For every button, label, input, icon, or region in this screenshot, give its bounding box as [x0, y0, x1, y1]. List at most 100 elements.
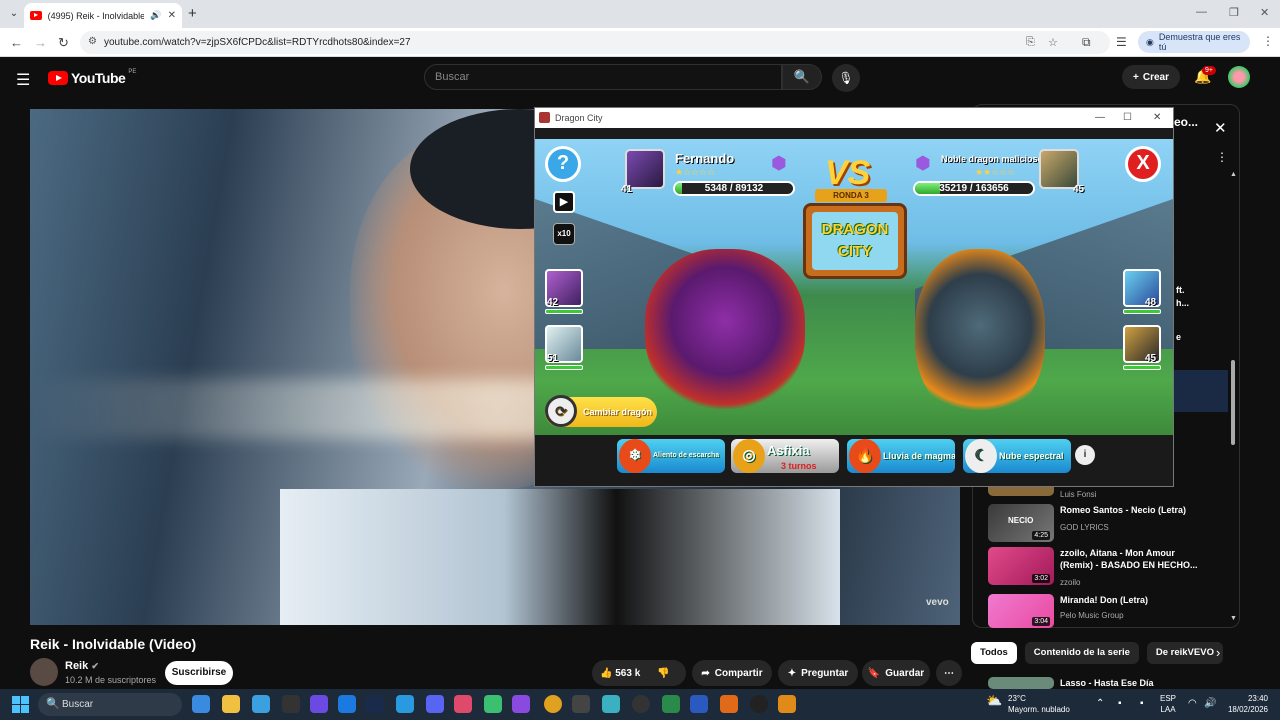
- enemy-dragon[interactable]: [915, 249, 1045, 419]
- taskbar-search[interactable]: 🔍 Buscar: [38, 693, 182, 716]
- scroll-down-icon[interactable]: ▼: [1230, 615, 1237, 622]
- more-actions-icon[interactable]: ⋯: [936, 660, 962, 686]
- skill-button-4[interactable]: ☾ Nube espectral: [963, 439, 1071, 473]
- speaker-icon[interactable]: 🔊: [150, 10, 161, 21]
- switch-dragon-button[interactable]: ⟳ Cambiar dragón: [545, 395, 657, 427]
- ask-button[interactable]: ✦ Preguntar: [778, 660, 858, 686]
- maximize-icon[interactable]: ☐: [1123, 112, 1132, 123]
- youtube-logo[interactable]: YouTube PE: [48, 69, 136, 86]
- list-item[interactable]: 3:02 zzoilo, Aitana - Mon Amour (Remix) …: [988, 547, 1228, 587]
- battle-scene[interactable]: ? X ▶ x10 41 Fernando ★☆☆☆☆ 5348 / 89132…: [535, 139, 1173, 485]
- auto-play-button[interactable]: ▶: [553, 191, 575, 213]
- extensions-icon[interactable]: ⧉: [1082, 35, 1091, 50]
- subscribe-button[interactable]: Suscribirse: [165, 661, 233, 685]
- app-icon[interactable]: [632, 695, 650, 713]
- help-button[interactable]: ?: [545, 146, 581, 182]
- scroll-up-icon[interactable]: ▲: [1230, 171, 1237, 178]
- tab-search-chevron-icon[interactable]: ⌄: [6, 6, 22, 22]
- list-item[interactable]: NECIO 4:25 Romeo Santos - Necio (Letra) …: [988, 504, 1228, 544]
- share-button[interactable]: ➦ Compartir: [692, 660, 772, 686]
- url-field[interactable]: ⚙ youtube.com/watch?v=zjpSX6fCPDc&list=R…: [80, 31, 1110, 54]
- browser-menu-icon[interactable]: ⋮: [1262, 34, 1274, 48]
- weather-widget[interactable]: ⛅ 23°C Mayorm. nublado: [986, 693, 1070, 715]
- player-dragon[interactable]: [645, 249, 805, 409]
- install-app-icon[interactable]: ⎘: [1026, 36, 1035, 49]
- discord-icon[interactable]: [426, 695, 444, 713]
- store-icon[interactable]: [252, 695, 270, 713]
- site-info-icon[interactable]: ⚙: [88, 36, 97, 47]
- copilot-icon[interactable]: [192, 695, 210, 713]
- thumbs-down-icon[interactable]: 👎: [657, 668, 669, 679]
- close-playlist-icon[interactable]: ✕: [1214, 119, 1227, 137]
- save-button[interactable]: 🔖 Guardar: [862, 660, 930, 686]
- app-icon[interactable]: [512, 695, 530, 713]
- bookmark-star-icon[interactable]: ☆: [1048, 36, 1058, 49]
- windows-start-icon[interactable]: [12, 696, 29, 713]
- word-icon[interactable]: [690, 695, 708, 713]
- search-button[interactable]: 🔍: [782, 64, 822, 90]
- skill-button-1[interactable]: ❄ Aliento de escarcha: [617, 439, 725, 473]
- close-window-icon[interactable]: ✕: [1260, 6, 1269, 19]
- reload-icon[interactable]: ↻: [58, 35, 69, 51]
- forward-icon[interactable]: →: [34, 35, 47, 50]
- chip-todos[interactable]: Todos: [971, 642, 1017, 664]
- volume-icon[interactable]: 🔊: [1204, 698, 1216, 709]
- steam-icon[interactable]: [366, 695, 384, 713]
- close-battle-button[interactable]: X: [1125, 146, 1161, 182]
- dragon-city-window: Dragon City — ☐ ✕ ? X ▶ x10 41 Fernando …: [534, 107, 1174, 487]
- game-titlebar[interactable]: Dragon City — ☐ ✕: [535, 108, 1173, 128]
- language-indicator[interactable]: ESP LAA: [1160, 693, 1176, 715]
- chrome-icon[interactable]: [544, 695, 562, 713]
- tray-app-icon[interactable]: ▪: [1140, 698, 1144, 709]
- epic-games-icon[interactable]: [282, 695, 300, 713]
- playlist-menu-icon[interactable]: ⋮: [1216, 150, 1228, 164]
- scrollbar-thumb[interactable]: [1231, 360, 1235, 445]
- hamburger-menu-icon[interactable]: ☰: [16, 70, 30, 90]
- app-icon[interactable]: [750, 695, 768, 713]
- playlist-scrollbar[interactable]: ▲ ▼: [1230, 171, 1237, 622]
- minimize-icon[interactable]: —: [1095, 112, 1105, 123]
- search-input[interactable]: Buscar: [424, 64, 782, 90]
- clock[interactable]: 23:40 18/02/2026: [1226, 693, 1268, 715]
- tray-app-icon[interactable]: ▪: [1118, 698, 1122, 709]
- app-icon[interactable]: [602, 695, 620, 713]
- create-button[interactable]: + Crear: [1122, 65, 1180, 89]
- app-icon[interactable]: [572, 695, 590, 713]
- browser-tab[interactable]: (4995) Reik - Inolvidable (Vi 🔊 ✕: [24, 3, 182, 28]
- media-controls-icon[interactable]: ☰: [1116, 35, 1127, 49]
- chevron-right-icon[interactable]: ›: [1216, 645, 1220, 660]
- speed-button[interactable]: x10: [553, 223, 575, 245]
- app-icon[interactable]: [454, 695, 472, 713]
- edge-icon[interactable]: [396, 695, 414, 713]
- new-tab-button[interactable]: +: [188, 5, 197, 22]
- channel-name[interactable]: Reik ✔: [65, 660, 99, 672]
- outlook-icon[interactable]: [338, 695, 356, 713]
- chip-series[interactable]: Contenido de la serie: [1024, 642, 1139, 664]
- maximize-icon[interactable]: ❐: [1229, 6, 1239, 19]
- account-avatar[interactable]: [1228, 66, 1250, 88]
- vlc-icon[interactable]: [778, 695, 796, 713]
- wifi-icon[interactable]: ◠: [1188, 698, 1197, 709]
- skill-info-button[interactable]: i: [1075, 445, 1095, 465]
- minimize-icon[interactable]: —: [1196, 6, 1207, 18]
- current-item-highlight: [1174, 370, 1228, 412]
- skill-button-2[interactable]: ◎ Asfixia 3 turnos: [731, 439, 839, 473]
- file-explorer-icon[interactable]: [222, 695, 240, 713]
- app-icon[interactable]: [720, 695, 738, 713]
- chip-reikvevo[interactable]: De reikVEVO: [1146, 642, 1223, 664]
- list-item[interactable]: 3:04 Miranda! Don (Letra) Pelo Music Gro…: [988, 594, 1228, 628]
- voice-search-button[interactable]: 🎙: [832, 64, 860, 92]
- app-icon[interactable]: [662, 695, 680, 713]
- teams-icon[interactable]: [310, 695, 328, 713]
- skill-button-3[interactable]: 🔥 Lluvia de magma: [847, 439, 955, 473]
- back-icon[interactable]: ←: [10, 35, 23, 50]
- close-tab-icon[interactable]: ✕: [168, 10, 176, 21]
- channel-avatar[interactable]: [30, 658, 58, 686]
- app-icon[interactable]: [484, 695, 502, 713]
- switch-dragon-label: Cambiar dragón: [583, 407, 653, 417]
- list-item[interactable]: Lasso - Hasta Ese Día: [988, 677, 1228, 689]
- close-icon[interactable]: ✕: [1153, 112, 1161, 123]
- tray-chevron-icon[interactable]: ⌃: [1096, 698, 1104, 709]
- profile-button[interactable]: ◉ Demuestra que eres tú: [1138, 31, 1250, 53]
- like-button[interactable]: 👍 563 k: [600, 668, 640, 679]
